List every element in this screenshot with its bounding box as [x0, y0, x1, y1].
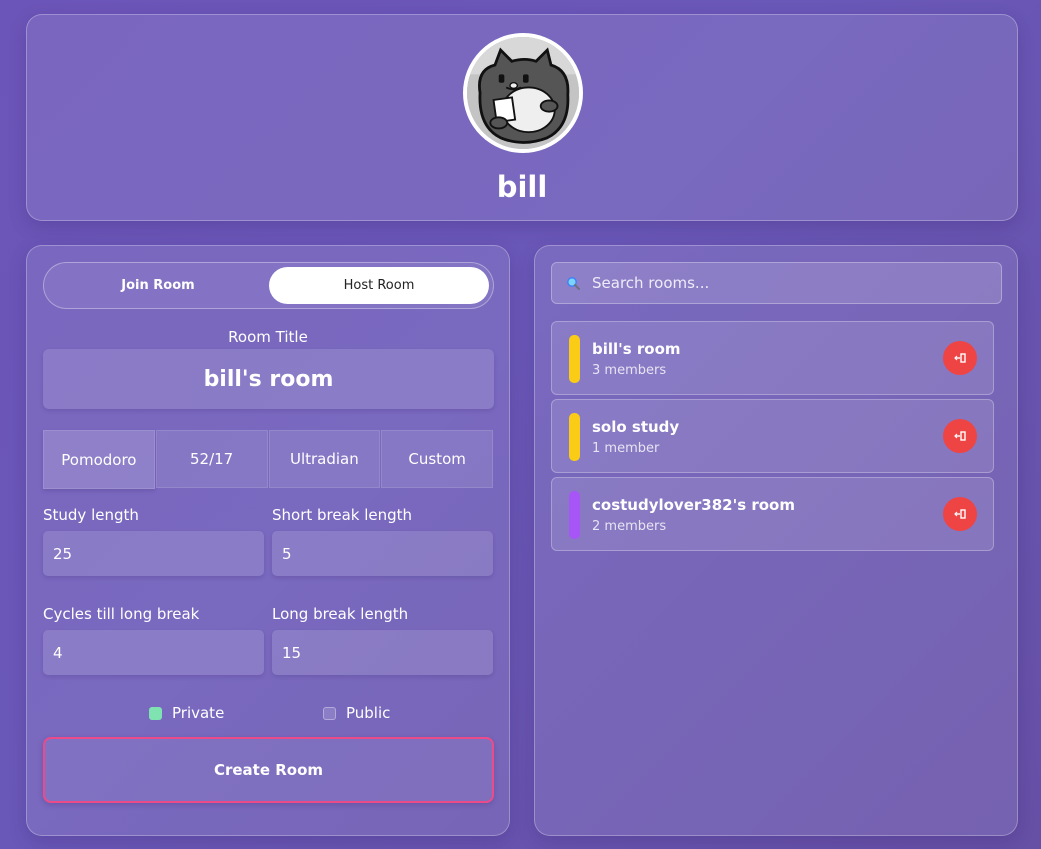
- leave-icon: [954, 509, 966, 519]
- room-name: costudylover382's room: [592, 496, 795, 514]
- preset-52-17[interactable]: 52/17: [155, 430, 268, 488]
- long-break-label: Long break length: [272, 605, 409, 623]
- cartoon-cat-avatar-icon: [467, 37, 579, 149]
- mode-toggle: Join Room Host Room: [43, 262, 494, 309]
- profile-header: bill: [26, 14, 1018, 221]
- search-icon: [567, 277, 580, 290]
- preset-ultradian[interactable]: Ultradian: [268, 430, 381, 488]
- avatar[interactable]: [463, 33, 583, 153]
- room-color-bar: [569, 491, 580, 539]
- profile-username: bill: [496, 170, 548, 204]
- room-member-count: 3 members: [592, 363, 667, 378]
- private-option[interactable]: Private: [149, 704, 224, 722]
- room-card[interactable]: bill's room 3 members: [551, 321, 994, 395]
- short-break-input[interactable]: 5: [272, 531, 493, 576]
- room-title-label: Room Title: [228, 328, 308, 346]
- rooms-panel: Search rooms... bill's room 3 members so…: [534, 245, 1018, 836]
- cycles-input[interactable]: 4: [43, 630, 264, 675]
- room-card[interactable]: costudylover382's room 2 members: [551, 477, 994, 551]
- public-option[interactable]: Public: [323, 704, 390, 722]
- study-length-label: Study length: [43, 506, 139, 524]
- study-length-input[interactable]: 25: [43, 531, 264, 576]
- search-placeholder: Search rooms...: [592, 274, 710, 292]
- private-checkbox[interactable]: [149, 706, 162, 720]
- tab-host-room[interactable]: Host Room: [269, 267, 489, 304]
- tab-join-room[interactable]: Join Room: [48, 267, 268, 304]
- long-break-input[interactable]: 15: [272, 630, 493, 675]
- room-name: bill's room: [592, 340, 681, 358]
- timer-presets: Pomodoro 52/17 Ultradian Custom: [43, 430, 494, 489]
- private-label: Private: [172, 704, 225, 722]
- public-label: Public: [346, 704, 391, 722]
- room-card[interactable]: solo study 1 member: [551, 399, 994, 473]
- leave-room-button[interactable]: [943, 419, 977, 453]
- preset-custom[interactable]: Custom: [381, 430, 493, 488]
- leave-icon: [954, 353, 966, 363]
- public-checkbox[interactable]: [323, 706, 336, 720]
- room-member-count: 2 members: [592, 519, 667, 534]
- room-name: solo study: [592, 418, 680, 436]
- room-member-count: 1 member: [592, 441, 660, 456]
- leave-icon: [954, 431, 966, 441]
- room-color-bar: [569, 335, 580, 383]
- search-rooms-input[interactable]: Search rooms...: [551, 262, 1002, 304]
- preset-pomodoro[interactable]: Pomodoro: [43, 430, 155, 489]
- room-color-bar: [569, 413, 580, 461]
- cycles-label: Cycles till long break: [43, 605, 200, 623]
- leave-room-button[interactable]: [943, 497, 977, 531]
- create-room-button[interactable]: Create Room: [43, 737, 494, 803]
- host-room-panel: Join Room Host Room Room Title bill's ro…: [26, 245, 510, 836]
- leave-room-button[interactable]: [943, 341, 977, 375]
- short-break-label: Short break length: [272, 506, 413, 524]
- room-title-input[interactable]: bill's room: [43, 349, 494, 409]
